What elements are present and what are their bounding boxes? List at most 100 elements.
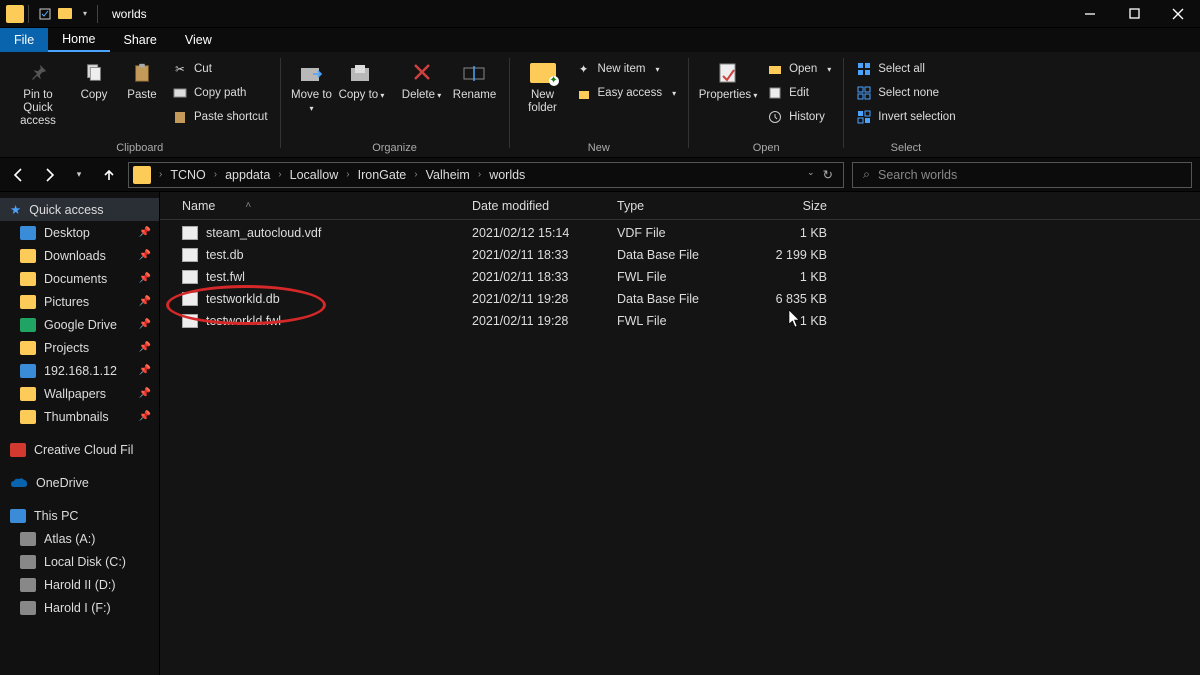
easy-access-button[interactable]: Easy access▾ [572,81,681,105]
sidebar-item-4[interactable]: Google Drive📌 [0,313,159,336]
file-date: 2021/02/11 19:28 [472,292,617,306]
delete-icon [408,59,436,87]
paste-button[interactable]: Paste [120,57,164,102]
select-none-button[interactable]: Select none [852,81,959,105]
minimize-button[interactable] [1068,0,1112,28]
qat-properties-icon[interactable] [37,6,53,22]
back-button[interactable] [8,164,30,186]
sidebar-item-8[interactable]: Thumbnails📌 [0,405,159,428]
creative-cloud-item[interactable]: Creative Cloud Fil [0,438,159,461]
rename-icon [461,59,489,87]
forward-button[interactable] [38,164,60,186]
file-icon [182,226,198,240]
drive-item-1[interactable]: Local Disk (C:) [0,550,159,573]
sidebar-item-1[interactable]: Downloads📌 [0,244,159,267]
file-size: 2 199 KB [747,248,837,262]
quick-access-toolbar: ▾ [37,6,93,22]
delete-button[interactable]: Delete ▾ [399,57,445,102]
organize-group-label: Organize [281,142,509,157]
file-row-1[interactable]: test.db2021/02/11 18:33Data Base File2 1… [160,244,1200,266]
crumb-0[interactable]: TCNO [168,168,207,182]
rename-button[interactable]: Rename [449,57,501,102]
sidebar-item-label: Projects [44,341,89,355]
sidebar-item-3[interactable]: Pictures📌 [0,290,159,313]
sort-asc-icon: ˄ [245,200,251,211]
quick-access-header[interactable]: ★Quick access [0,198,159,221]
invert-selection-button[interactable]: Invert selection [852,105,959,129]
column-name[interactable]: Name˄ [182,199,472,213]
onedrive-item[interactable]: OneDrive [0,471,159,494]
new-folder-button[interactable]: ✦ New folder [518,57,568,115]
crumb-3[interactable]: IronGate [356,168,409,182]
move-to-button[interactable]: Move to ▾ [289,57,335,115]
cut-button[interactable]: ✂Cut [168,57,272,81]
copy-button[interactable]: Copy [72,57,116,102]
new-item-button[interactable]: ✦New item▾ [572,57,681,81]
tab-home[interactable]: Home [48,28,109,52]
copy-to-label: Copy to [339,89,379,101]
copy-to-button[interactable]: Copy to ▾ [339,57,385,102]
folder-icon [133,166,151,184]
crumb-4[interactable]: Valheim [424,168,472,182]
qat-new-folder-icon[interactable] [57,6,73,22]
sidebar-item-icon [20,226,36,240]
content-area: ★Quick access Desktop📌Downloads📌Document… [0,192,1200,675]
file-date: 2021/02/12 15:14 [472,226,617,240]
quick-access-label: Quick access [29,203,103,217]
column-type[interactable]: Type [617,199,747,213]
onedrive-icon [10,477,28,489]
sidebar-item-6[interactable]: 192.168.1.12📌 [0,359,159,382]
sidebar-item-0[interactable]: Desktop📌 [0,221,159,244]
tab-share[interactable]: Share [110,28,171,52]
edit-button[interactable]: Edit [763,81,835,105]
open-button[interactable]: Open▾ [763,57,835,81]
this-pc-item[interactable]: This PC [0,504,159,527]
column-size[interactable]: Size [747,199,837,213]
select-all-button[interactable]: Select all [852,57,959,81]
drive-item-0[interactable]: Atlas (A:) [0,527,159,550]
refresh-button[interactable]: ↻ [823,167,833,182]
crumb-2[interactable]: Locallow [288,168,341,182]
file-row-0[interactable]: steam_autocloud.vdf2021/02/12 15:14VDF F… [160,222,1200,244]
tab-file[interactable]: File [0,28,48,52]
file-rows: steam_autocloud.vdf2021/02/12 15:14VDF F… [160,220,1200,332]
crumb-5[interactable]: worlds [487,168,527,182]
file-row-2[interactable]: test.fwl2021/02/11 18:33FWL File1 KB [160,266,1200,288]
recent-locations-button[interactable]: ▾ [68,164,90,186]
sidebar-item-2[interactable]: Documents📌 [0,267,159,290]
address-bar[interactable]: › TCNO› appdata› Locallow› IronGate› Val… [128,162,844,188]
up-button[interactable] [98,164,120,186]
maximize-button[interactable] [1112,0,1156,28]
pin-to-quick-access-button[interactable]: Pin to Quick access [8,57,68,129]
file-row-3[interactable]: testworkld.db2021/02/11 19:28Data Base F… [160,288,1200,310]
sidebar-item-5[interactable]: Projects 📌 [0,336,159,359]
file-row-4[interactable]: testworkld.fwl2021/02/11 19:28FWL File1 … [160,310,1200,332]
rename-label: Rename [453,89,496,102]
scissors-icon: ✂ [172,61,188,77]
history-button[interactable]: History [763,105,835,129]
sidebar-item-label: Pictures [44,295,89,309]
file-size: 6 835 KB [747,292,837,306]
ribbon: Pin to Quick access Copy Paste ✂Cut Copy… [0,52,1200,158]
easy-access-icon [576,85,592,101]
properties-button[interactable]: Properties ▾ [697,57,759,102]
pin-icon: 📌 [139,388,151,399]
tab-view[interactable]: View [171,28,226,52]
file-icon [182,314,198,328]
file-date: 2021/02/11 18:33 [472,248,617,262]
sidebar-item-icon [20,318,36,332]
qat-dropdown-icon[interactable]: ▾ [77,6,93,22]
search-box[interactable]: ⌕ Search worlds [852,162,1192,188]
delete-label: Delete [402,89,435,101]
close-button[interactable] [1156,0,1200,28]
column-date[interactable]: Date modified [472,199,617,213]
file-name: testworkld.db [206,292,472,306]
address-dropdown-icon[interactable]: ⌄ [807,167,815,182]
drive-item-3[interactable]: Harold I (F:) [0,596,159,619]
paste-shortcut-button[interactable]: Paste shortcut [168,105,272,129]
crumb-1[interactable]: appdata [223,168,272,182]
copy-path-button[interactable]: Copy path [168,81,272,105]
pin-icon: 📌 [139,342,151,353]
sidebar-item-7[interactable]: Wallpapers📌 [0,382,159,405]
drive-item-2[interactable]: Harold II (D:) [0,573,159,596]
